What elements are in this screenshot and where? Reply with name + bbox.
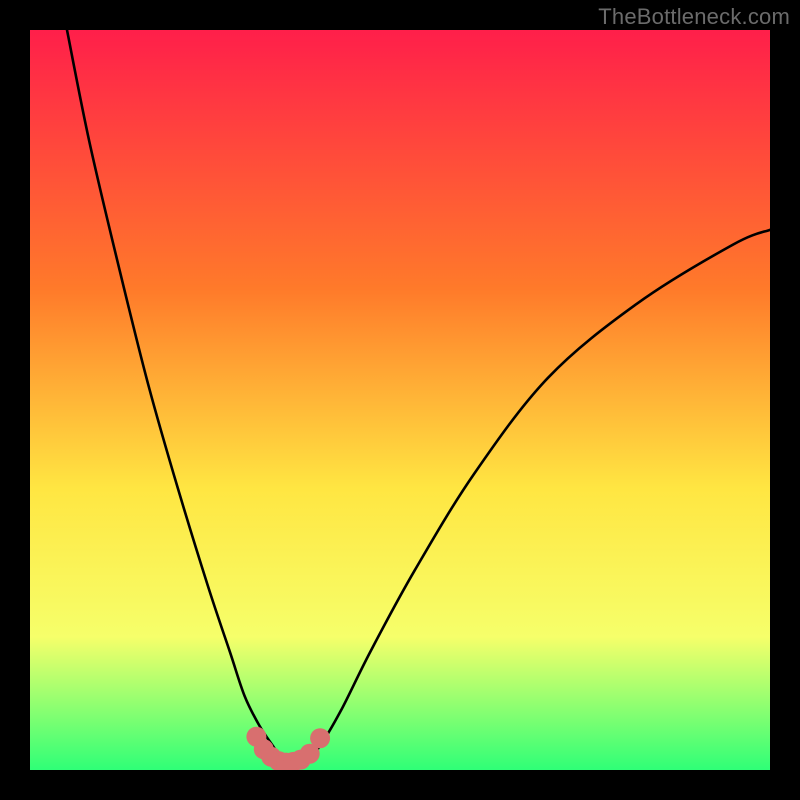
gradient-background bbox=[30, 30, 770, 770]
watermark-text: TheBottleneck.com bbox=[598, 4, 790, 30]
bottleneck-chart bbox=[30, 30, 770, 770]
plot-area bbox=[30, 30, 770, 770]
chart-frame: TheBottleneck.com bbox=[0, 0, 800, 800]
valley-marker bbox=[310, 728, 330, 748]
